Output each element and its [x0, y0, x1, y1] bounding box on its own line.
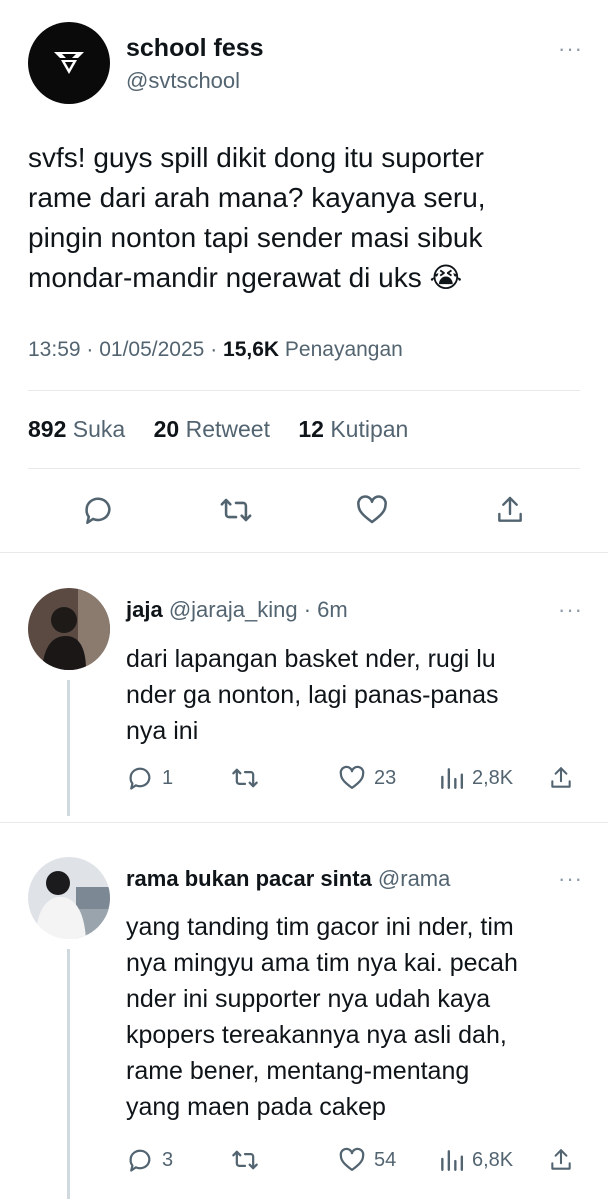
author-handle[interactable]: @svtschool: [126, 68, 240, 94]
quotes-stat[interactable]: 12 Kutipan: [298, 416, 408, 442]
author-name[interactable]: school fess: [126, 34, 264, 63]
views-label: Penayangan: [284, 338, 403, 361]
views-button[interactable]: 2,8K: [438, 765, 548, 791]
tweet-time[interactable]: 13:59: [28, 338, 81, 361]
quotes-count: 12: [298, 416, 324, 442]
retweet-button[interactable]: [230, 1146, 338, 1174]
thread-line: [67, 680, 70, 816]
like-icon: [339, 1147, 365, 1172]
like-button[interactable]: 23: [338, 764, 438, 792]
view-count: 2,8K: [472, 766, 514, 789]
likes-stat[interactable]: 892 Suka: [28, 416, 125, 442]
reply-author-name[interactable]: jaja: [126, 597, 163, 622]
author-avatar[interactable]: [28, 22, 110, 104]
divider: [28, 468, 580, 469]
reply-icon: [129, 767, 151, 790]
tweet-date[interactable]: 01/05/2025: [99, 338, 204, 361]
reply-count: 1: [162, 766, 174, 789]
retweets-stat[interactable]: 20 Retweet: [154, 416, 270, 442]
like-icon: [339, 765, 365, 790]
reply-author-row: jaja @jaraja_king · 6m: [126, 597, 348, 623]
tweet-text: svfs! guys spill dikit dong itu suporter…: [28, 142, 486, 293]
reply-author-handle[interactable]: @rama: [378, 866, 450, 891]
reply-icon: [129, 1149, 151, 1172]
reply-avatar[interactable]: [28, 857, 110, 939]
divider: [0, 552, 608, 553]
reply-text: dari lapangan basket nder, rugi lu nder …: [126, 645, 499, 745]
retweet-icon: [232, 1150, 258, 1170]
reply-avatar[interactable]: [28, 588, 110, 670]
more-icon[interactable]: ···: [558, 597, 583, 623]
divider: [28, 390, 580, 391]
avatar-photo-icon: [28, 857, 110, 939]
share-icon: [551, 767, 571, 788]
retweet-button[interactable]: [230, 764, 338, 792]
more-icon[interactable]: ···: [558, 866, 583, 892]
quotes-label: Kutipan: [330, 416, 409, 442]
like-button[interactable]: [352, 490, 392, 530]
views-count: 15,6K: [223, 338, 280, 361]
like-icon: [357, 495, 387, 524]
retweets-label: Retweet: [185, 416, 270, 442]
reply-author-handle[interactable]: @jaraja_king: [169, 597, 298, 622]
like-count: 23: [374, 766, 397, 789]
retweet-icon: [232, 768, 258, 788]
reply-text: yang tanding tim gacor ini nder, tim nya…: [126, 913, 518, 1121]
share-button[interactable]: [548, 1146, 574, 1174]
reply-actions: 3 54 6,8K: [126, 1146, 582, 1174]
reply-author-row: rama bukan pacar sinta @rama: [126, 866, 450, 892]
reply-button[interactable]: [78, 490, 118, 530]
share-button[interactable]: [490, 490, 530, 530]
views-icon: [441, 768, 464, 789]
reply-button[interactable]: 3: [126, 1146, 230, 1174]
retweets-count: 20: [153, 416, 180, 442]
tweet-meta: 13:59 · 01/05/2025 · 15,6K Penayangan: [28, 338, 403, 361]
likes-count: 892: [28, 416, 67, 442]
likes-label: Suka: [72, 416, 126, 442]
share-icon: [498, 496, 522, 522]
divider: [0, 822, 608, 823]
reply-actions: 1 23 2,8K: [126, 764, 582, 792]
like-count: 54: [374, 1148, 397, 1171]
reply-author-name[interactable]: rama bukan pacar sinta: [126, 866, 372, 891]
reply-icon: [85, 497, 111, 525]
retweet-icon: [220, 498, 252, 522]
thread-line: [67, 949, 70, 1199]
share-icon: [551, 1149, 571, 1170]
views-button[interactable]: 6,8K: [438, 1147, 548, 1173]
like-button[interactable]: 54: [338, 1146, 438, 1174]
avatar-photo-icon: [28, 588, 110, 670]
engagement-stats: 892 Suka 20 Retweet 12 Kutipan: [28, 416, 430, 443]
reply-button[interactable]: 1: [126, 764, 230, 792]
reply-age[interactable]: · 6m: [304, 597, 348, 622]
reply-count: 3: [162, 1148, 174, 1171]
share-button[interactable]: [548, 764, 574, 792]
school-logo-icon: [54, 52, 84, 74]
views-icon: [441, 1150, 464, 1171]
more-icon[interactable]: ···: [558, 36, 583, 62]
view-count: 6,8K: [472, 1148, 514, 1171]
retweet-button[interactable]: [216, 490, 256, 530]
